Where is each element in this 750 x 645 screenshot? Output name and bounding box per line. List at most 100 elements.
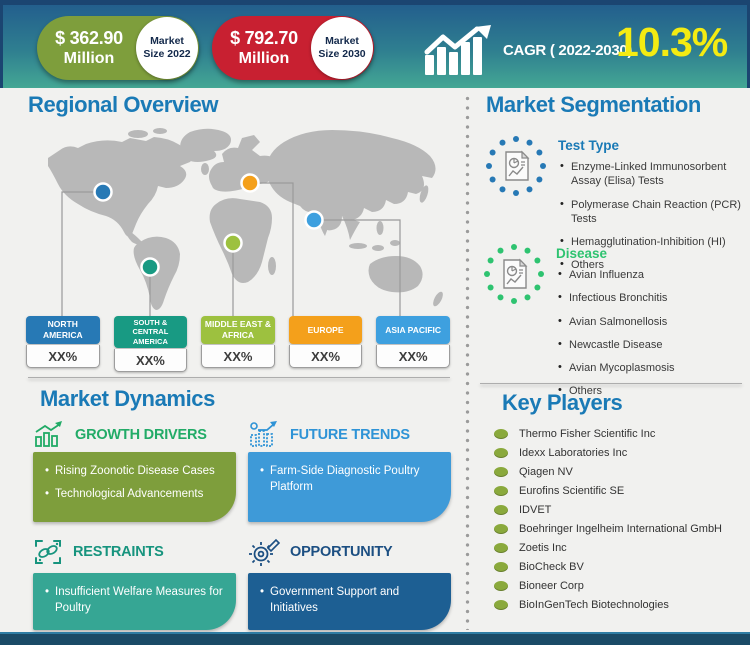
key-player-name: Idexx Laboratories Inc — [519, 446, 628, 459]
test-type-item: Enzyme-Linked Immunosorbent Assay (Elisa… — [558, 159, 746, 189]
growth-driver-item: Rising Zoonotic Disease Cases — [45, 464, 226, 480]
circle-2022-line1: Market — [150, 34, 184, 47]
player-bullet-icon — [494, 599, 508, 610]
growth-drivers-icon — [35, 421, 62, 447]
asia-pacific-dot — [304, 210, 324, 230]
key-player-name: BioInGenTech Biotechnologies — [519, 598, 669, 611]
market-size-2030-circle: Market Size 2030 — [311, 17, 373, 79]
key-player-item: Eurofins Scientific SE — [494, 481, 722, 500]
vertical-dotted-divider — [465, 96, 470, 630]
restraints-icon — [35, 540, 61, 564]
disease-item: Avian Mycoplasmosis — [556, 360, 744, 375]
key-player-item: IDVET — [494, 500, 722, 519]
market-size-2030-value: $ 792.70 Million — [212, 16, 316, 80]
disease-item: Avian Influenza — [556, 267, 744, 282]
opportunity-label: OPPORTUNITY — [290, 544, 393, 560]
key-player-name: Zoetis Inc — [519, 541, 567, 554]
region-name: NORTH AMERICA — [26, 316, 100, 344]
growth-drivers-heading: GROWTH DRIVERS — [33, 421, 207, 448]
region-share: XX% — [376, 345, 450, 368]
right-separator — [480, 383, 742, 384]
test-type-heading: Test Type — [558, 138, 620, 153]
header-band: $ 362.90 Million Market Size 2022 $ 792.… — [0, 0, 750, 88]
player-bullet-icon — [494, 561, 508, 572]
region-name: MIDDLE EAST & AFRICA — [201, 316, 275, 344]
opportunity-item: Government Support and Initiatives — [260, 585, 441, 616]
bottom-bar — [0, 632, 750, 645]
key-player-name: IDVET — [519, 503, 552, 516]
future-trends-label: FUTURE TRENDS — [290, 426, 410, 443]
test-type-item: Polymerase Chain Reaction (PCR) Tests — [558, 197, 746, 227]
region-name: SOUTH & CENTRAL AMERICA — [113, 316, 188, 349]
future-trends-heading: FUTURE TRENDS — [248, 421, 410, 448]
key-player-name: Thermo Fisher Scientific Inc — [519, 427, 656, 440]
key-player-item: Thermo Fisher Scientific Inc — [494, 424, 722, 443]
key-player-item: BioInGenTech Biotechnologies — [494, 595, 722, 614]
disease-item: Avian Salmonellosis — [556, 314, 744, 329]
cagr-value: 10.3% — [616, 19, 728, 65]
south-central-america-dot — [140, 257, 160, 277]
market-segmentation-title: Market Segmentation — [486, 92, 701, 117]
unit-2030: Million — [238, 50, 290, 68]
unit-2022: Million — [63, 50, 115, 68]
market-size-2030-badge: $ 792.70 Million Market Size 2030 — [212, 16, 374, 80]
player-bullet-icon — [494, 485, 508, 496]
market-size-2022-circle: Market Size 2022 — [136, 17, 198, 79]
value-2022: $ 362.90 — [55, 27, 123, 48]
future-trend-item: Farm-Side Diagnostic Poultry Platform — [260, 464, 441, 495]
region-share: XX% — [26, 345, 100, 368]
regional-overview-title: Regional Overview — [28, 92, 219, 117]
region-share: XX% — [201, 345, 275, 368]
circle-2030-line1: Market — [325, 34, 359, 47]
disease-item: Newcastle Disease — [556, 337, 744, 352]
disease-heading: Disease — [556, 246, 608, 261]
restraints-label: RESTRAINTS — [73, 544, 164, 560]
key-player-item: Boehringer Ingelheim International GmbH — [494, 519, 722, 538]
player-bullet-icon — [494, 504, 508, 515]
key-player-name: Bioneer Corp — [519, 579, 584, 592]
region-item-middle-east-africa: MIDDLE EAST & AFRICA XX% — [201, 316, 275, 372]
region-item-north-america: NORTH AMERICA XX% — [26, 316, 100, 372]
player-bullet-icon — [494, 523, 508, 534]
value-2030: $ 792.70 — [230, 27, 298, 48]
market-dynamics-title: Market Dynamics — [40, 386, 215, 411]
key-player-name: Eurofins Scientific SE — [519, 484, 625, 497]
key-player-item: BioCheck BV — [494, 557, 722, 576]
region-item-asia-pacific: ASIA PACIFIC XX% — [376, 316, 450, 372]
region-share: XX% — [113, 349, 188, 373]
world-map — [48, 128, 443, 316]
restraint-item: Insufficient Welfare Measures for Poultr… — [45, 585, 226, 616]
future-trends-icon — [250, 421, 277, 447]
circle-2030-line2: Size 2030 — [318, 48, 366, 60]
growth-chart-icon — [424, 25, 491, 75]
player-bullet-icon — [494, 542, 508, 553]
north-america-dot — [93, 182, 113, 202]
region-item-europe: EUROPE XX% — [288, 316, 363, 372]
growth-driver-item: Technological Advancements — [45, 487, 226, 503]
region-name: EUROPE — [288, 316, 363, 344]
infographic-page: $ 362.90 Million Market Size 2022 $ 792.… — [0, 0, 750, 645]
left-separator — [28, 377, 450, 378]
future-trends-box: Farm-Side Diagnostic Poultry Platform — [248, 452, 451, 522]
region-share: XX% — [288, 345, 363, 368]
disease-item: Infectious Bronchitis — [556, 290, 744, 305]
key-player-item: Idexx Laboratories Inc — [494, 443, 722, 462]
key-player-item: Qiagen NV — [494, 462, 722, 481]
key-player-name: Boehringer Ingelheim International GmbH — [519, 522, 723, 535]
region-item-south-central-america: SOUTH & CENTRAL AMERICA XX% — [113, 316, 188, 373]
player-bullet-icon — [494, 447, 508, 458]
growth-drivers-box: Rising Zoonotic Disease Cases Technologic… — [33, 452, 236, 522]
cagr-label: CAGR ( 2022-2030) — [503, 42, 633, 59]
test-type-report-icon — [486, 136, 546, 196]
key-player-item: Zoetis Inc — [494, 538, 722, 557]
key-players-title: Key Players — [502, 390, 623, 415]
growth-drivers-label: GROWTH DRIVERS — [75, 426, 207, 443]
europe-dot — [240, 173, 260, 193]
market-size-2022-badge: $ 362.90 Million Market Size 2022 — [37, 16, 199, 80]
region-name: ASIA PACIFIC — [376, 316, 450, 344]
opportunity-icon — [249, 538, 280, 566]
opportunity-heading: OPPORTUNITY — [248, 538, 393, 566]
player-bullet-icon — [494, 428, 508, 439]
key-players-list: Thermo Fisher Scientific Inc Idexx Labora… — [494, 424, 722, 614]
player-bullet-icon — [494, 580, 508, 591]
